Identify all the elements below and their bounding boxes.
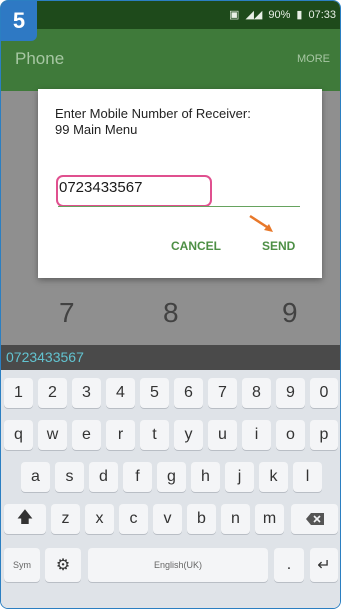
dialog-message-line2: 99 Main Menu xyxy=(55,122,138,137)
key-c[interactable]: c xyxy=(119,504,148,534)
step-badge: 5 xyxy=(1,1,37,41)
key-z[interactable]: z xyxy=(51,504,80,534)
key-5[interactable]: 5 xyxy=(140,378,169,408)
key-d[interactable]: d xyxy=(89,462,118,492)
clock: 07:33 xyxy=(308,8,336,21)
key-t[interactable]: t xyxy=(140,420,169,450)
sim-icon: ▣ xyxy=(229,9,240,21)
key-k[interactable]: k xyxy=(259,462,288,492)
cancel-button[interactable]: CANCEL xyxy=(171,239,221,253)
more-button[interactable]: MORE xyxy=(297,53,330,65)
key-7[interactable]: 7 xyxy=(208,378,237,408)
arrow-pointer-icon xyxy=(249,214,273,232)
key-l[interactable]: l xyxy=(293,462,322,492)
key-i[interactable]: i xyxy=(242,420,271,450)
key-2[interactable]: 2 xyxy=(38,378,67,408)
key-s[interactable]: s xyxy=(55,462,84,492)
key-x[interactable]: x xyxy=(85,504,114,534)
shift-icon: 🡅 xyxy=(16,508,34,526)
key-u[interactable]: u xyxy=(208,420,237,450)
dial-number-display: 0723433567 xyxy=(1,345,340,370)
dialpad-key-7[interactable]: 7 xyxy=(59,297,75,329)
key-h[interactable]: h xyxy=(191,462,220,492)
settings-key[interactable]: ⚙ xyxy=(45,548,81,582)
enter-icon: ↵ xyxy=(317,557,331,574)
gear-icon: ⚙ xyxy=(55,557,71,574)
key-9[interactable]: 9 xyxy=(276,378,305,408)
key-a[interactable]: a xyxy=(21,462,50,492)
battery-icon: ▮ xyxy=(296,9,303,21)
key-p[interactable]: p xyxy=(310,420,338,450)
key-b[interactable]: b xyxy=(187,504,216,534)
backspace-key[interactable] xyxy=(291,504,338,534)
keyboard: 1 2 3 4 5 6 7 8 9 0 q w e r t y u i o p … xyxy=(1,370,340,608)
key-4[interactable]: 4 xyxy=(106,378,135,408)
key-w[interactable]: w xyxy=(38,420,67,450)
space-key[interactable]: English(UK) xyxy=(88,548,268,582)
battery-percent: 90% xyxy=(268,8,291,21)
key-f[interactable]: f xyxy=(123,462,152,492)
period-key[interactable]: . xyxy=(274,548,304,582)
dialpad-key-9[interactable]: 9 xyxy=(282,297,298,329)
input-dialog: Enter Mobile Number of Receiver: 99 Main… xyxy=(38,89,322,278)
key-m[interactable]: m xyxy=(255,504,284,534)
status-bar: ▣ ◢◢ 90% ▮ 07:33 xyxy=(1,1,340,29)
dialog-message-line1: Enter Mobile Number of Receiver: xyxy=(55,106,251,121)
signal-icon: ◢◢ xyxy=(245,9,263,21)
key-j[interactable]: j xyxy=(225,462,254,492)
key-6[interactable]: 6 xyxy=(174,378,203,408)
key-3[interactable]: 3 xyxy=(72,378,101,408)
symbols-key[interactable]: Sym xyxy=(4,548,40,582)
key-o[interactable]: o xyxy=(276,420,305,450)
receiver-number-input[interactable]: 0723433567 xyxy=(59,179,142,196)
key-y[interactable]: y xyxy=(174,420,203,450)
send-button[interactable]: SEND xyxy=(262,239,295,253)
dial-number-text: 0723433567 xyxy=(6,349,84,365)
key-0[interactable]: 0 xyxy=(310,378,338,408)
key-v[interactable]: v xyxy=(153,504,182,534)
key-r[interactable]: r xyxy=(106,420,135,450)
enter-key[interactable]: ↵ xyxy=(310,548,338,582)
input-underline xyxy=(58,206,300,207)
dialpad-key-8[interactable]: 8 xyxy=(163,297,179,329)
key-g[interactable]: g xyxy=(157,462,186,492)
app-title: Phone xyxy=(15,49,65,68)
backspace-icon xyxy=(305,513,324,525)
shift-key[interactable]: 🡅 xyxy=(4,504,46,534)
key-e[interactable]: e xyxy=(72,420,101,450)
key-8[interactable]: 8 xyxy=(242,378,271,408)
key-q[interactable]: q xyxy=(4,420,33,450)
phone-screen: ▣ ◢◢ 90% ▮ 07:33 5 Phone MORE 7 8 9 Ente… xyxy=(0,0,341,609)
app-bar: Phone MORE xyxy=(1,29,340,91)
key-1[interactable]: 1 xyxy=(4,378,33,408)
dialog-message: Enter Mobile Number of Receiver: 99 Main… xyxy=(55,106,315,138)
key-n[interactable]: n xyxy=(221,504,250,534)
